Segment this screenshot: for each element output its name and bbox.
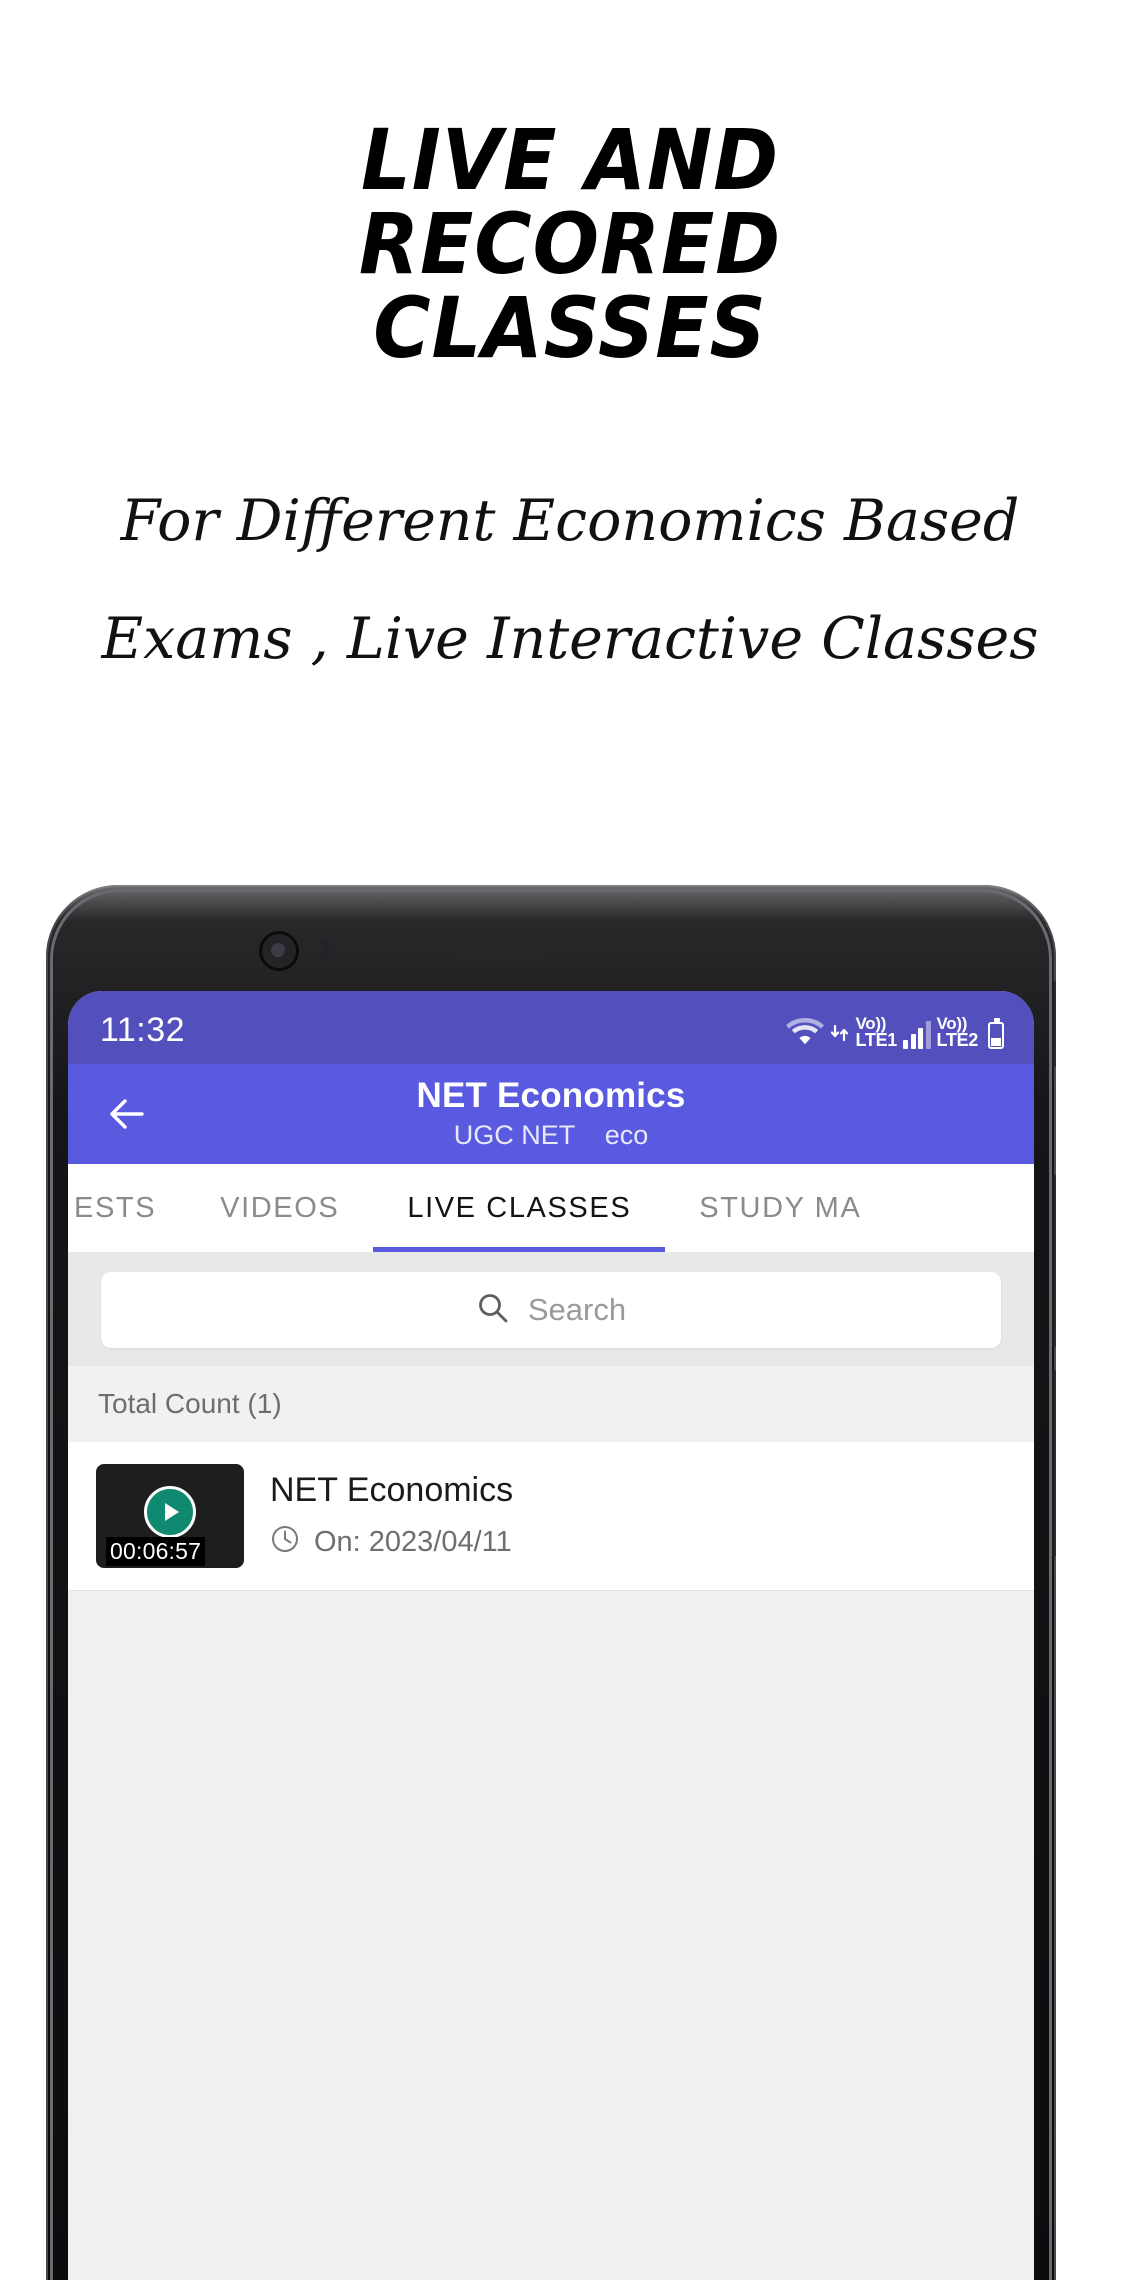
subhead-line-1: For Different Economics Based	[120, 488, 1020, 554]
page-title: LIVE AND RECORED CLASSES	[40, 118, 1100, 370]
volte2-indicator: Vo)) LTE2	[936, 1013, 979, 1050]
headline-line-1: LIVE AND	[360, 111, 779, 209]
status-bar: 11:32 Vo)) LTE1 Vo)) LTE2	[68, 991, 1034, 1064]
volte1-indicator: Vo)) LTE1	[855, 1013, 898, 1050]
play-button-icon[interactable]	[144, 1485, 196, 1538]
list-item-date: On: 2023/04/11	[314, 1526, 512, 1558]
list-item[interactable]: 00:06:57 NET Economics On: 2023/04/11	[68, 1442, 1034, 1591]
search-input[interactable]: Search	[101, 1272, 1001, 1348]
status-icon-group: Vo)) LTE1 Vo)) LTE2	[785, 1013, 1004, 1051]
headline-line-3: CLASSES	[373, 279, 767, 377]
search-placeholder: Search	[527, 1292, 627, 1327]
wifi-icon	[785, 1016, 824, 1051]
class-list: 00:06:57 NET Economics On: 2023/04/11	[68, 1442, 1034, 2231]
volte2-bottom-label: LTE2	[936, 1029, 979, 1050]
list-item-texts: NET Economics On: 2023/04/11	[270, 1471, 513, 1562]
phone-side-button-top[interactable]	[1050, 981, 1056, 1067]
phone-volume-button[interactable]	[1050, 1175, 1056, 1347]
earpiece-speaker	[451, 945, 555, 959]
search-section: Search	[68, 1252, 1034, 1366]
volte1-bottom-label: LTE1	[855, 1029, 898, 1050]
volte2-top-label: Vo))	[936, 1013, 968, 1033]
page-subtitle: For Different Economics Based Exams , Li…	[0, 462, 1140, 698]
list-item-meta: On: 2023/04/11	[270, 1524, 513, 1562]
phone-power-button[interactable]	[1050, 1370, 1056, 1556]
status-clock: 11:32	[100, 1011, 186, 1049]
proximity-sensor-icon	[322, 941, 329, 961]
back-arrow-icon[interactable]	[100, 1088, 152, 1140]
subhead-line-2: Exams , Live Interactive Classes	[101, 606, 1039, 672]
video-thumbnail[interactable]: 00:06:57	[96, 1464, 244, 1568]
app-bar-subtitle: UGC NET eco	[453, 1120, 649, 1150]
tab-study-material[interactable]: STUDY MA	[665, 1164, 895, 1252]
search-icon	[476, 1291, 510, 1330]
tab-videos[interactable]: VIDEOS	[186, 1164, 373, 1252]
duration-badge: 00:06:57	[106, 1537, 206, 1566]
signal-bars-icon	[903, 1019, 931, 1049]
data-transfer-icon	[830, 1023, 850, 1048]
phone-screen: 11:32 Vo)) LTE1 Vo)) LTE2 NET Economics …	[68, 991, 1034, 2280]
phone-mockup: 11:32 Vo)) LTE1 Vo)) LTE2 NET Economics …	[46, 885, 1056, 2280]
phone-bezel-highlight	[46, 885, 1056, 921]
app-bar-titles: NET Economics UGC NET eco	[68, 1076, 1034, 1152]
clock-icon	[270, 1524, 300, 1562]
app-bar-title: NET Economics	[416, 1076, 686, 1115]
list-item-title: NET Economics	[270, 1470, 514, 1509]
headline-line-2: RECORED	[358, 195, 782, 293]
app-bar: NET Economics UGC NET eco	[68, 1064, 1034, 1164]
tab-tests[interactable]: ESTS	[68, 1164, 186, 1252]
promo-header: LIVE AND RECORED CLASSES For Different E…	[0, 0, 1140, 880]
play-triangle	[165, 1502, 179, 1521]
tab-live-classes[interactable]: LIVE CLASSES	[373, 1164, 666, 1252]
battery-icon	[988, 1017, 1004, 1049]
tab-bar: ESTS VIDEOS LIVE CLASSES STUDY MA	[68, 1164, 1034, 1252]
volte1-top-label: Vo))	[855, 1013, 887, 1033]
front-camera-icon	[262, 934, 296, 968]
total-count-label: Total Count (1)	[68, 1366, 1034, 1442]
empty-list-area	[68, 1591, 1034, 2231]
promo-screenshot: LIVE AND RECORED CLASSES For Different E…	[0, 0, 1140, 2280]
